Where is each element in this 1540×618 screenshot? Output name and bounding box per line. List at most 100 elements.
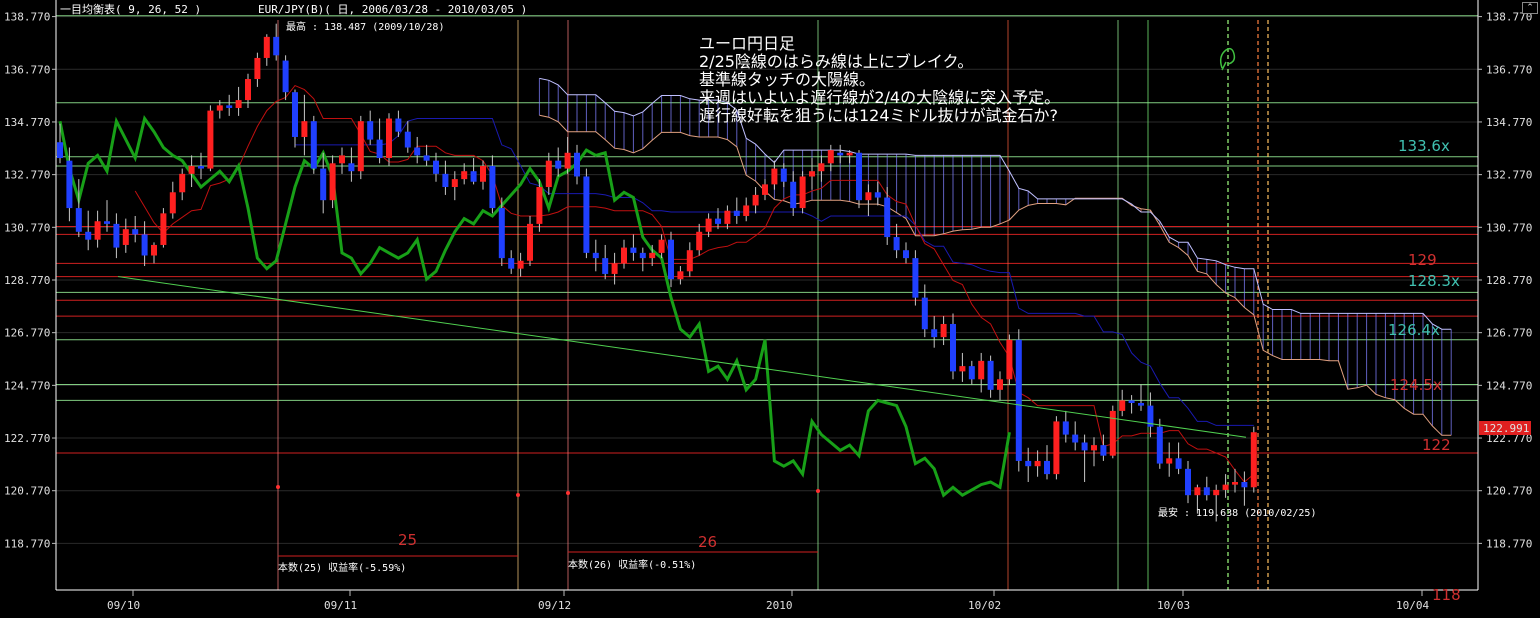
candle-body <box>884 197 891 238</box>
candle-body <box>611 263 618 274</box>
candle-body <box>574 152 580 177</box>
x-tick-label: 10/02 <box>968 599 1001 612</box>
candle-body <box>226 105 233 108</box>
candle-body <box>856 152 862 201</box>
candle-body <box>818 163 825 172</box>
signal-dot <box>566 491 570 495</box>
candle-body <box>715 218 721 224</box>
candle-body <box>320 168 327 201</box>
candle-body <box>292 92 298 137</box>
max-price-label: 最高 : 138.487 (2009/10/28) <box>286 20 444 33</box>
candle-body <box>583 176 590 253</box>
candle-body <box>668 239 674 280</box>
candle-body <box>545 160 552 188</box>
candle-body <box>1025 460 1032 467</box>
candle-body <box>1194 487 1201 496</box>
candle-body <box>433 160 439 174</box>
y-tick-label-right: 124.770 <box>1486 379 1532 392</box>
indicator-title: 一目均衡表( 9, 26, 52 ) <box>60 2 201 16</box>
y-tick-label-left: 134.770 <box>4 116 50 129</box>
candle-body <box>1241 482 1248 488</box>
level-label-1283: 128.3x <box>1408 272 1460 290</box>
candle-body <box>451 179 458 188</box>
candle-body <box>1175 458 1182 469</box>
count-b-number: 26 <box>698 533 717 551</box>
y-tick-label-left: 126.770 <box>4 327 50 340</box>
candle-body <box>339 155 345 164</box>
min-price-label: 最安 : 119.638 (2010/02/25) <box>1158 506 1316 519</box>
note-line-3: 基準線タッチの大陽線。 <box>699 70 875 89</box>
candle-body <box>273 36 280 56</box>
candle-body <box>696 231 703 251</box>
candle-body <box>329 163 336 201</box>
level-label-122: 122 <box>1422 436 1451 454</box>
candle-body <box>1185 468 1191 496</box>
chart-area: 138.770 138.770136.770 136.770134.770 134.7… <box>0 0 1540 618</box>
note-line-2: 2/25陰線のはらみ線は上にブレイク。 <box>699 52 973 71</box>
candle-body <box>724 210 731 224</box>
candle-body <box>188 165 195 174</box>
chevron-up-icon: ⌃ <box>1526 3 1534 13</box>
candle-body <box>348 163 355 172</box>
candle-body <box>658 239 665 253</box>
candle-body <box>959 366 966 372</box>
candle-body <box>141 234 148 256</box>
candle-body <box>968 366 975 380</box>
candle-body <box>893 237 900 251</box>
candle-body <box>799 176 806 209</box>
candle-body <box>874 192 881 198</box>
candle-body <box>480 165 486 182</box>
candle-body <box>733 210 740 216</box>
candle-body <box>564 152 571 169</box>
collapse-button[interactable]: ⌃ <box>1522 2 1538 14</box>
candle-body <box>527 223 533 261</box>
candle-body <box>179 173 186 193</box>
x-tick-label: 09/11 <box>324 599 357 612</box>
y-tick-label-right: 132.770 <box>1486 169 1532 182</box>
candle-body <box>122 229 129 245</box>
candle-body <box>198 165 204 169</box>
candle-body <box>301 121 308 137</box>
candle-body <box>357 121 364 172</box>
candle-body <box>790 181 797 209</box>
candle-body <box>978 360 985 380</box>
candle-body <box>57 142 63 159</box>
candle-body <box>169 192 176 214</box>
x-tick-label: 10/04 <box>1396 599 1429 612</box>
candle-body <box>235 100 242 108</box>
current-price-label: 122.991 <box>1483 422 1529 435</box>
candle-body <box>639 252 646 259</box>
count-a-number: 25 <box>398 531 417 549</box>
candle-body <box>489 165 496 209</box>
candle-body <box>1072 434 1079 443</box>
candle-body <box>498 208 505 259</box>
candle-body <box>743 205 750 216</box>
candle-body <box>555 160 562 169</box>
level-label-1336: 133.6x <box>1398 137 1450 155</box>
candle-body <box>1128 400 1135 403</box>
candle-body <box>508 258 515 269</box>
candle-body <box>809 171 815 177</box>
candle-body <box>1091 445 1097 451</box>
candle-body <box>931 329 938 338</box>
candle-body <box>837 152 844 156</box>
candle-body <box>630 247 637 253</box>
candle-body <box>423 155 430 161</box>
candle-body <box>1156 426 1163 464</box>
candle-body <box>216 105 223 111</box>
y-tick-label-right: 136.770 <box>1486 63 1532 76</box>
candle-body <box>470 171 477 182</box>
candle-body <box>912 258 919 298</box>
candle-body <box>780 168 787 182</box>
y-tick-label-right: 134.770 <box>1486 116 1532 129</box>
candle-body <box>151 244 157 256</box>
signal-dot <box>516 493 520 497</box>
candle-body <box>1044 460 1050 475</box>
candle-body <box>404 131 411 148</box>
candle-body <box>1166 458 1173 464</box>
candle-body <box>254 57 261 80</box>
x-tick-label: 09/12 <box>538 599 571 612</box>
signal-dot <box>276 485 280 489</box>
candle-body <box>602 258 609 274</box>
note-line-4: 来週はいよいよ遅行線が2/4の大陰線に突入予定。 <box>699 88 1060 107</box>
